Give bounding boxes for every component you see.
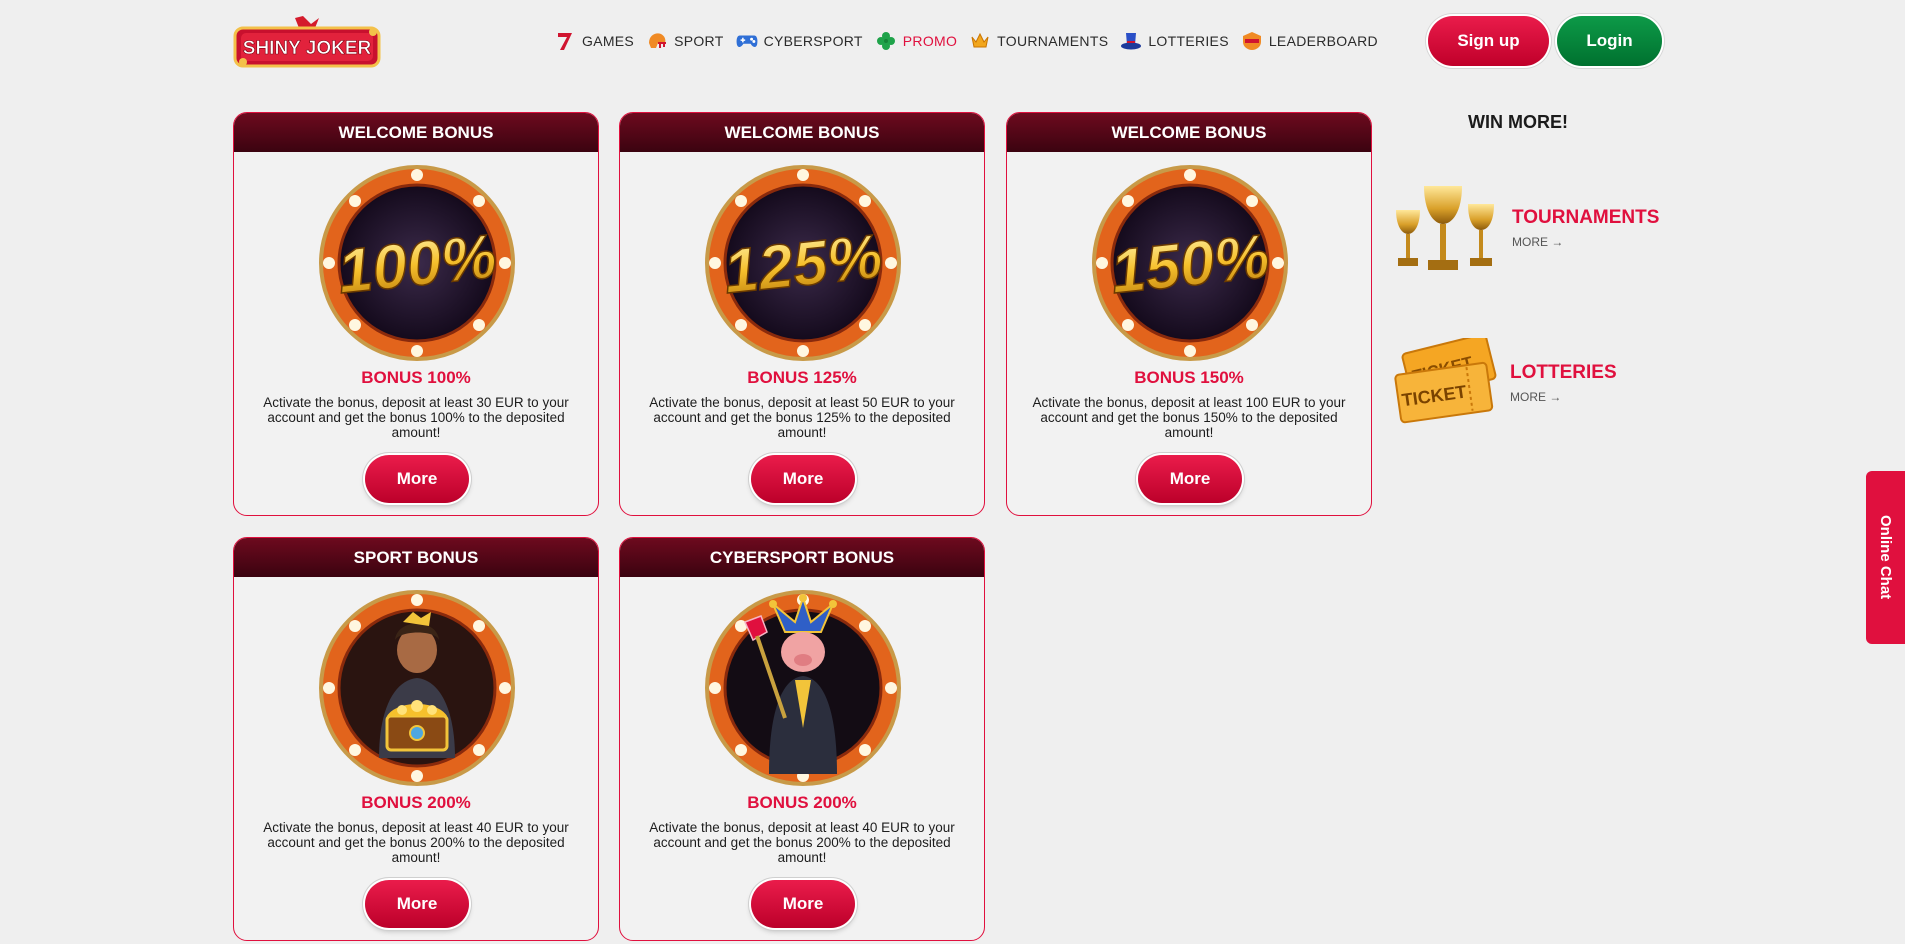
nav-games[interactable]: GAMES: [554, 30, 634, 52]
cybersport-bonus-image: [705, 590, 901, 786]
tournaments-promo[interactable]: TOURNAMENTS MORE →: [1390, 180, 1659, 276]
top-hat-icon: [1120, 30, 1142, 52]
badge-icon: [1241, 30, 1263, 52]
tickets-icon: TICKET TICKET: [1394, 338, 1497, 424]
card-description: Activate the bonus, deposit at least 100…: [1032, 395, 1346, 440]
arrow-right-icon: →: [1549, 390, 1562, 404]
bonus-card-welcome-150: WELCOME BONUS 150% BONUS 150% Activate t…: [1006, 112, 1372, 516]
login-button[interactable]: Login: [1557, 16, 1662, 66]
card-description: Activate the bonus, deposit at least 30 …: [263, 395, 569, 440]
trophies-icon: [1396, 186, 1494, 270]
lotteries-more-link[interactable]: MORE →: [1510, 390, 1617, 404]
tournaments-more-link[interactable]: MORE →: [1512, 235, 1659, 249]
sport-bonus-image: [319, 590, 515, 786]
win-more-title: WIN MORE!: [1468, 112, 1568, 132]
card-title: BONUS 200%: [361, 793, 471, 812]
bonus-card-welcome-125: WELCOME BONUS 125% BONUS 125% Activate t…: [619, 112, 985, 516]
card-title: BONUS 125%: [747, 368, 857, 387]
card-title: BONUS 150%: [1134, 368, 1244, 387]
more-button[interactable]: More: [365, 880, 469, 928]
nav-label: LEADERBOARD: [1268, 33, 1378, 49]
more-label: MORE: [1510, 390, 1546, 404]
gamepad-icon: [736, 30, 758, 52]
more-label: MORE: [1512, 235, 1548, 249]
lotteries-text: LOTTERIES MORE →: [1510, 362, 1617, 404]
bonus-card-cybersport: CYBERSPORT BONUS BONUS 200% Activate the…: [619, 537, 985, 941]
site-logo[interactable]: SHINY JOKER: [233, 14, 381, 70]
bonus-card-sport: SPORT BONUS BONUS 200% Activate the bonu…: [233, 537, 599, 941]
main-nav: GAMES SPORT CYBERSPORT PROMO TOURNAMENTS: [554, 28, 1390, 54]
card-header: WELCOME BONUS: [1007, 113, 1371, 152]
bonus-badge-150-image: 150%: [1092, 165, 1288, 361]
more-button[interactable]: More: [751, 880, 855, 928]
nav-cybersport[interactable]: CYBERSPORT: [736, 30, 863, 52]
card-header: WELCOME BONUS: [234, 113, 598, 152]
nav-tournaments[interactable]: TOURNAMENTS: [969, 30, 1108, 52]
online-chat-button[interactable]: Online Chat: [1866, 471, 1905, 644]
bonus-badge-125-image: 125%: [705, 165, 901, 361]
nav-label: LOTTERIES: [1148, 33, 1229, 49]
card-header: CYBERSPORT BONUS: [620, 538, 984, 577]
nav-leaderboard[interactable]: LEADERBOARD: [1241, 30, 1378, 52]
more-button[interactable]: More: [1138, 455, 1242, 503]
signup-button[interactable]: Sign up: [1428, 16, 1549, 66]
logo-text: SHINY JOKER: [243, 38, 372, 59]
card-header: SPORT BONUS: [234, 538, 598, 577]
card-description: Activate the bonus, deposit at least 50 …: [649, 395, 955, 440]
nav-label: GAMES: [582, 33, 635, 49]
more-button[interactable]: More: [751, 455, 855, 503]
bonus-card-welcome-100: WELCOME BONUS 100% BONUS 100% Activate t…: [233, 112, 599, 516]
nav-label: TOURNAMENTS: [997, 33, 1109, 49]
nav-sport[interactable]: SPORT: [646, 30, 723, 52]
card-title: BONUS 100%: [361, 368, 471, 387]
nav-label: SPORT: [674, 33, 724, 49]
nav-label: CYBERSPORT: [763, 33, 863, 49]
lotteries-title: LOTTERIES: [1510, 362, 1617, 383]
clover-icon: [875, 30, 897, 52]
nav-promo[interactable]: PROMO: [875, 30, 957, 52]
nav-label: PROMO: [902, 33, 958, 49]
football-helmet-icon: [646, 30, 668, 52]
nav-lotteries[interactable]: LOTTERIES: [1120, 30, 1229, 52]
crown-icon: [969, 30, 991, 52]
bonus-badge-100-image: 100%: [319, 165, 515, 361]
lotteries-promo[interactable]: TICKET TICKET LOTTERIES MORE →: [1392, 338, 1617, 428]
site-header: SHINY JOKER GAMES SPORT CYBERSPORT PROMO…: [0, 0, 1905, 84]
arrow-right-icon: →: [1551, 235, 1564, 249]
tournaments-text: TOURNAMENTS MORE →: [1512, 207, 1659, 249]
online-chat-label: Online Chat: [1877, 515, 1894, 600]
card-description: Activate the bonus, deposit at least 40 …: [649, 820, 955, 865]
tournaments-title: TOURNAMENTS: [1512, 207, 1660, 228]
card-title: BONUS 200%: [747, 793, 857, 812]
seven-icon: [554, 30, 576, 52]
more-button[interactable]: More: [365, 455, 469, 503]
card-header: WELCOME BONUS: [620, 113, 984, 152]
card-description: Activate the bonus, deposit at least 40 …: [263, 820, 569, 865]
